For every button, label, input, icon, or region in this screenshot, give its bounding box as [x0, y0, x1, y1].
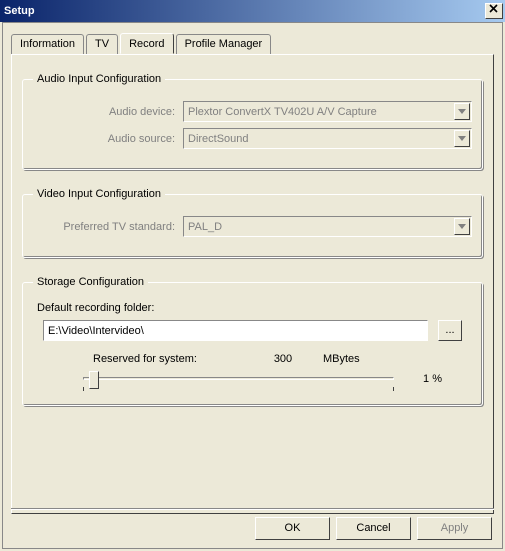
tv-standard-combo[interactable]: PAL_D: [183, 216, 472, 237]
chevron-down-icon[interactable]: [454, 103, 470, 120]
audio-device-label: Audio device:: [33, 106, 183, 118]
group-video-input: Video Input Configuration Preferred TV s…: [22, 188, 483, 258]
tv-standard-value: PAL_D: [184, 221, 453, 233]
reserved-unit: MBytes: [323, 353, 442, 365]
slider-tick: [393, 387, 394, 391]
group-audio-legend: Audio Input Configuration: [33, 73, 165, 85]
slider-track: [83, 377, 394, 380]
button-bar: OK Cancel Apply: [255, 517, 492, 540]
audio-source-combo[interactable]: DirectSound: [183, 128, 472, 149]
default-folder-label: Default recording folder:: [37, 302, 472, 314]
reserved-value: 300: [243, 353, 323, 365]
group-audio-input: Audio Input Configuration Audio device: …: [22, 73, 483, 170]
slider-percent: 1 %: [402, 373, 442, 385]
reserved-slider[interactable]: [83, 367, 394, 391]
group-storage: Storage Configuration Default recording …: [22, 276, 483, 406]
slider-tick: [83, 387, 84, 391]
ok-button[interactable]: OK: [255, 517, 330, 540]
titlebar: Setup: [0, 0, 505, 22]
tab-information[interactable]: Information: [11, 34, 84, 55]
chevron-down-icon[interactable]: [454, 130, 470, 147]
tv-standard-label: Preferred TV standard:: [33, 221, 183, 233]
browse-button[interactable]: ...: [438, 320, 462, 341]
slider-thumb[interactable]: [89, 371, 99, 389]
cancel-button[interactable]: Cancel: [336, 517, 411, 540]
audio-device-combo[interactable]: Plextor ConvertX TV402U A/V Capture: [183, 101, 472, 122]
tab-strip: Information TV Record Profile Manager: [11, 33, 494, 54]
audio-source-label: Audio source:: [33, 133, 183, 145]
tab-tv[interactable]: TV: [86, 34, 118, 55]
group-video-legend: Video Input Configuration: [33, 188, 165, 200]
audio-device-value: Plextor ConvertX TV402U A/V Capture: [184, 106, 453, 118]
tab-page-record: Audio Input Configuration Audio device: …: [11, 54, 494, 514]
apply-button[interactable]: Apply: [417, 517, 492, 540]
reserved-row: Reserved for system: 300 MBytes: [33, 353, 472, 365]
client-area: Information TV Record Profile Manager Au…: [2, 22, 503, 549]
reserved-label: Reserved for system:: [93, 353, 243, 365]
default-folder-input[interactable]: [43, 320, 428, 341]
chevron-down-icon[interactable]: [454, 218, 470, 235]
close-button[interactable]: [485, 3, 503, 19]
audio-source-value: DirectSound: [184, 133, 453, 145]
tab-record[interactable]: Record: [120, 33, 173, 54]
tab-profile-manager[interactable]: Profile Manager: [176, 34, 272, 55]
window-title: Setup: [4, 5, 485, 17]
separator: [11, 508, 494, 510]
group-storage-legend: Storage Configuration: [33, 276, 148, 288]
